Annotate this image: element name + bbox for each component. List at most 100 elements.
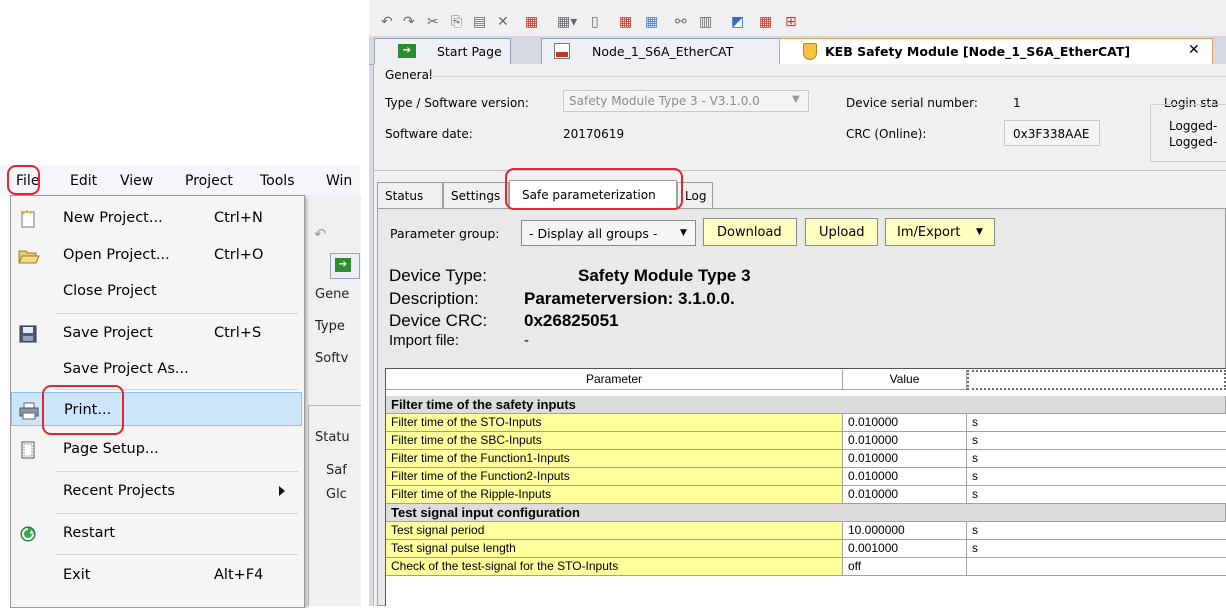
button-label: Upload [819, 225, 865, 240]
menu-project[interactable]: Project [185, 173, 233, 189]
table-row[interactable]: Filter time of the Ripple-Inputs 0.010000… [386, 486, 1226, 504]
parameter-group-value: - Display all groups - [529, 226, 658, 241]
column-header-value[interactable]: Value [843, 370, 967, 390]
column-header-parameter[interactable]: Parameter [386, 370, 843, 390]
strip-text-global: Glc [326, 487, 347, 502]
menu-item-shortcut: Ctrl+N [214, 210, 263, 226]
menu-separator [55, 313, 298, 314]
keb-device-icon [554, 43, 570, 59]
parameter-name: Test signal pulse length [386, 540, 843, 558]
keb-connect-icon[interactable]: ▦ [619, 14, 632, 30]
menu-item-label: Save Project As... [63, 361, 189, 377]
serial-number-value: 1 [1013, 96, 1021, 110]
page-setup-icon [18, 440, 38, 459]
tab-label: Status [385, 189, 424, 203]
tab-label: Node_1_S6A_EtherCAT [592, 44, 734, 59]
parameter-name: Filter time of the Ripple-Inputs [386, 486, 843, 504]
tab-settings[interactable]: Settings [443, 182, 509, 208]
menu-item-save-project[interactable]: Save Project Ctrl+S [11, 316, 302, 350]
start-page-arrow-icon: ➔ [335, 258, 351, 272]
menu-item-shortcut: Ctrl+S [214, 325, 262, 341]
close-tab-icon[interactable]: ✕ [1188, 42, 1200, 58]
parameter-value[interactable]: 0.010000 [843, 432, 967, 450]
chevron-down-icon: ▼ [976, 227, 983, 237]
network-icon[interactable]: ⊞ [785, 14, 797, 30]
menu-separator [55, 554, 298, 555]
parameter-value[interactable]: 10.000000 [843, 522, 967, 540]
parameter-name: Filter time of the SBC-Inputs [386, 432, 843, 450]
new-project-icon [18, 209, 38, 228]
device-type-label: Device Type: [389, 266, 487, 285]
menu-item-restart[interactable]: Restart [11, 516, 302, 550]
device-type-value: Safety Module Type 3 [578, 266, 751, 285]
im-export-button[interactable]: Im/Export ▼ [885, 218, 995, 246]
crc-online-field: 0x3F338AAE [1004, 120, 1100, 146]
parameter-value[interactable]: 0.010000 [843, 486, 967, 504]
column-header-unit[interactable] [967, 370, 1226, 390]
parameter-value[interactable]: off [843, 558, 967, 576]
cut-icon[interactable]: ✂ [427, 14, 439, 30]
menu-item-label: Save Project [63, 325, 153, 341]
crc-online-value: 0x3F338AAE [1013, 127, 1090, 141]
delete-icon[interactable]: ✕ [497, 14, 509, 30]
parameter-group-select[interactable]: - Display all groups - ▼ [521, 220, 696, 246]
tab-start-page[interactable]: ➔ Start Page [374, 38, 511, 64]
menu-item-open-project[interactable]: Open Project... Ctrl+O [11, 238, 302, 272]
parameter-unit: s [967, 468, 1226, 486]
table-row[interactable]: Filter time of the Function1-Inputs 0.010… [386, 450, 1226, 468]
paste-icon[interactable]: ▤ [473, 14, 486, 30]
tab-label: KEB Safety Module [Node_1_S6A_EtherCAT] [825, 44, 1131, 59]
chevron-down-icon: ▼ [792, 94, 800, 105]
menu-item-page-setup[interactable]: Page Setup... [11, 432, 302, 466]
tab-node[interactable]: Node_1_S6A_EtherCAT [541, 38, 799, 64]
tab-status[interactable]: Status [377, 182, 443, 208]
compare-icon[interactable]: ▥ [699, 14, 712, 30]
table-row[interactable]: Filter time of the Function2-Inputs 0.010… [386, 468, 1226, 486]
page-icon[interactable]: ▯ [591, 14, 599, 30]
menu-item-close-project[interactable]: Close Project [11, 274, 302, 308]
upload-button[interactable]: Upload [805, 218, 878, 246]
keb-online-icon[interactable]: ▦ [645, 14, 658, 30]
menu-window[interactable]: Win [326, 173, 352, 189]
menu-item-recent-projects[interactable]: Recent Projects [11, 474, 302, 508]
chart-icon[interactable]: ◩ [731, 14, 744, 30]
type-software-combo[interactable]: Safety Module Type 3 - V3.1.0.0 ▼ [563, 90, 809, 112]
parameter-unit: s [967, 432, 1226, 450]
menu-item-label: Close Project [63, 283, 157, 299]
table-row[interactable]: Test signal pulse length 0.001000 s [386, 540, 1226, 558]
parameter-value[interactable]: 0.010000 [843, 414, 967, 432]
copy-icon[interactable]: ⎘ [451, 14, 462, 30]
toolbar: ↶ ↷ ✂ ⎘ ▤ ✕ ▦ ▦▾ ▯ ▦ ▦ ⚯ ▥ ◩ ▦ ⊞ [369, 0, 1226, 36]
menu-item-new-project[interactable]: New Project... Ctrl+N [11, 201, 302, 235]
menu-edit[interactable]: Edit [70, 173, 97, 189]
keb-device-icon[interactable]: ▦ [525, 14, 538, 30]
menu-separator [55, 471, 298, 472]
keb-module-icon[interactable]: ▦ [759, 14, 772, 30]
redo-icon[interactable]: ↷ [403, 14, 415, 30]
type-label: Type / Software version: [385, 96, 529, 110]
highlight-file-menu [7, 165, 40, 195]
table-header-row: Parameter Value [386, 370, 1226, 390]
tab-label: Start Page [437, 44, 502, 59]
menu-item-label: Recent Projects [63, 483, 175, 499]
download-button[interactable]: Download [703, 218, 797, 246]
parameter-value[interactable]: 0.001000 [843, 540, 967, 558]
menu-view[interactable]: View [120, 173, 153, 189]
menu-item-save-project-as[interactable]: Save Project As... [11, 352, 302, 386]
parameter-value[interactable]: 0.010000 [843, 468, 967, 486]
link-icon[interactable]: ⚯ [675, 14, 687, 30]
menu-item-shortcut: Alt+F4 [214, 567, 264, 583]
table-row[interactable]: Filter time of the SBC-Inputs 0.010000 s [386, 432, 1226, 450]
table-row[interactable]: Check of the test-signal for the STO-Inp… [386, 558, 1226, 576]
undo-icon[interactable]: ↶ [381, 14, 393, 30]
background-app-strip: ↶ ➔ Gene Type Softv Statu Saf Glc [303, 195, 361, 606]
table-row[interactable]: Test signal period 10.000000 s [386, 522, 1226, 540]
menu-tools[interactable]: Tools [260, 173, 295, 189]
type-software-value: Safety Module Type 3 - V3.1.0.0 [569, 94, 760, 108]
menu-item-exit[interactable]: Exit Alt+F4 [11, 558, 302, 592]
parameter-value[interactable]: 0.010000 [843, 450, 967, 468]
grid-dropdown-icon[interactable]: ▦▾ [557, 14, 577, 30]
tab-safety-module[interactable]: KEB Safety Module [Node_1_S6A_EtherCAT] … [779, 38, 1213, 64]
parameter-unit: s [967, 486, 1226, 504]
table-row[interactable]: Filter time of the STO-Inputs 0.010000 s [386, 414, 1226, 432]
